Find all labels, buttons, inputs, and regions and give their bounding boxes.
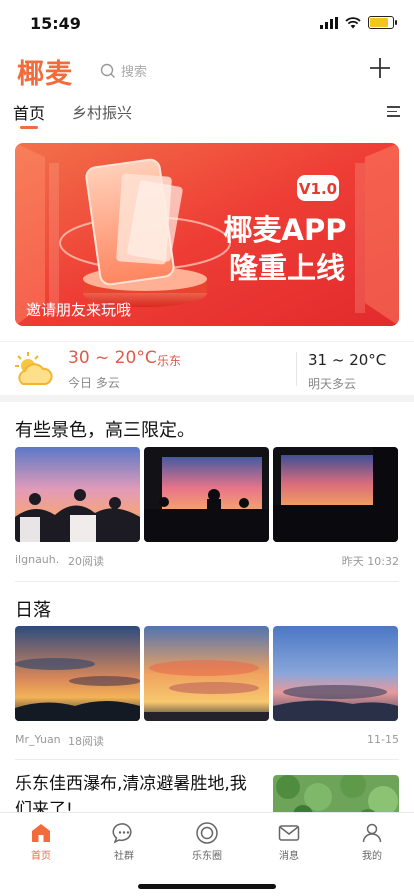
search-bar[interactable]: 搜索 bbox=[100, 61, 147, 80]
nav-label: 消息 bbox=[279, 851, 299, 862]
active-tab-indicator bbox=[20, 126, 38, 129]
today-weather-desc: 今日 多云 bbox=[68, 376, 120, 390]
section-divider bbox=[0, 395, 414, 402]
article-title: 有些景色，高三限定。 bbox=[15, 420, 195, 441]
promo-banner[interactable]: V1.0 椰麦APP 隆重上线 邀请朋友来玩哦 bbox=[15, 143, 399, 326]
weather-city: 乐东 bbox=[157, 354, 182, 368]
nav-label: 首页 bbox=[31, 851, 51, 862]
app-logo: 椰麦 bbox=[17, 59, 73, 90]
banner-caption: 邀请朋友来玩哦 bbox=[26, 301, 132, 319]
article-image bbox=[15, 626, 140, 721]
article-thumbnails bbox=[15, 626, 398, 721]
nav-label: 社群 bbox=[114, 851, 134, 862]
plus-icon[interactable] bbox=[368, 56, 392, 80]
divider bbox=[15, 581, 399, 582]
tab-rural-revitalization[interactable]: 乡村振兴 bbox=[72, 102, 132, 123]
weather-widget[interactable]: 30 ~ 20°C 乐东 今日 多云 31 ~ 20°C 明天多云 bbox=[0, 341, 414, 393]
article-time: 11-15 bbox=[367, 733, 399, 746]
nav-home[interactable]: 首页 bbox=[11, 821, 71, 862]
circle-icon bbox=[196, 822, 218, 844]
banner-version: V1.0 bbox=[299, 180, 337, 198]
status-icons bbox=[320, 16, 397, 29]
battery-icon bbox=[368, 16, 397, 29]
nav-label: 我的 bbox=[362, 851, 382, 862]
nav-label: 乐东圈 bbox=[192, 851, 222, 862]
wifi-icon bbox=[345, 16, 361, 28]
search-placeholder: 搜索 bbox=[121, 65, 148, 80]
weather-divider bbox=[296, 352, 297, 386]
article-read-count: 20阅读 bbox=[68, 555, 104, 568]
status-time: 15:49 bbox=[30, 14, 81, 33]
today-temperature: 30 ~ 20°C bbox=[68, 348, 157, 368]
tab-menu-icon[interactable] bbox=[387, 106, 400, 120]
article-read-count: 18阅读 bbox=[68, 735, 104, 748]
home-indicator bbox=[138, 884, 276, 889]
user-icon bbox=[362, 823, 382, 843]
banner-headline-2: 隆重上线 bbox=[229, 251, 345, 285]
nav-messages[interactable]: 消息 bbox=[259, 821, 319, 862]
article-title: 日落 bbox=[15, 600, 51, 621]
nav-ledong-circle[interactable]: 乐东圈 bbox=[177, 821, 237, 862]
nav-community[interactable]: 社群 bbox=[94, 821, 154, 862]
app-header: 椰麦 搜索 bbox=[0, 50, 414, 92]
article-image bbox=[15, 447, 140, 542]
article-image bbox=[273, 447, 398, 542]
article-image bbox=[144, 447, 269, 542]
chat-bubble-icon bbox=[112, 823, 132, 844]
tab-home[interactable]: 首页 bbox=[13, 100, 45, 124]
top-tabs: 首页 乡村振兴 bbox=[0, 96, 414, 130]
article-image bbox=[144, 626, 269, 721]
article-time: 昨天 10:32 bbox=[341, 555, 399, 568]
article-image bbox=[273, 626, 398, 721]
article-thumbnails bbox=[15, 447, 398, 542]
banner-headline-1: 椰麦APP bbox=[224, 213, 347, 247]
article-author: Mr_Yuan bbox=[15, 733, 61, 746]
divider bbox=[15, 759, 399, 760]
nav-profile[interactable]: 我的 bbox=[342, 821, 402, 862]
partly-cloudy-icon bbox=[15, 352, 53, 385]
mail-icon bbox=[278, 825, 300, 841]
search-icon bbox=[100, 63, 115, 78]
article-author: ilgnauh. bbox=[15, 553, 60, 566]
tomorrow-weather-desc: 明天多云 bbox=[308, 377, 357, 391]
status-bar: 15:49 bbox=[0, 0, 414, 48]
home-icon bbox=[32, 824, 50, 842]
tomorrow-temperature: 31 ~ 20°C bbox=[308, 351, 387, 369]
signal-icon bbox=[320, 16, 338, 29]
